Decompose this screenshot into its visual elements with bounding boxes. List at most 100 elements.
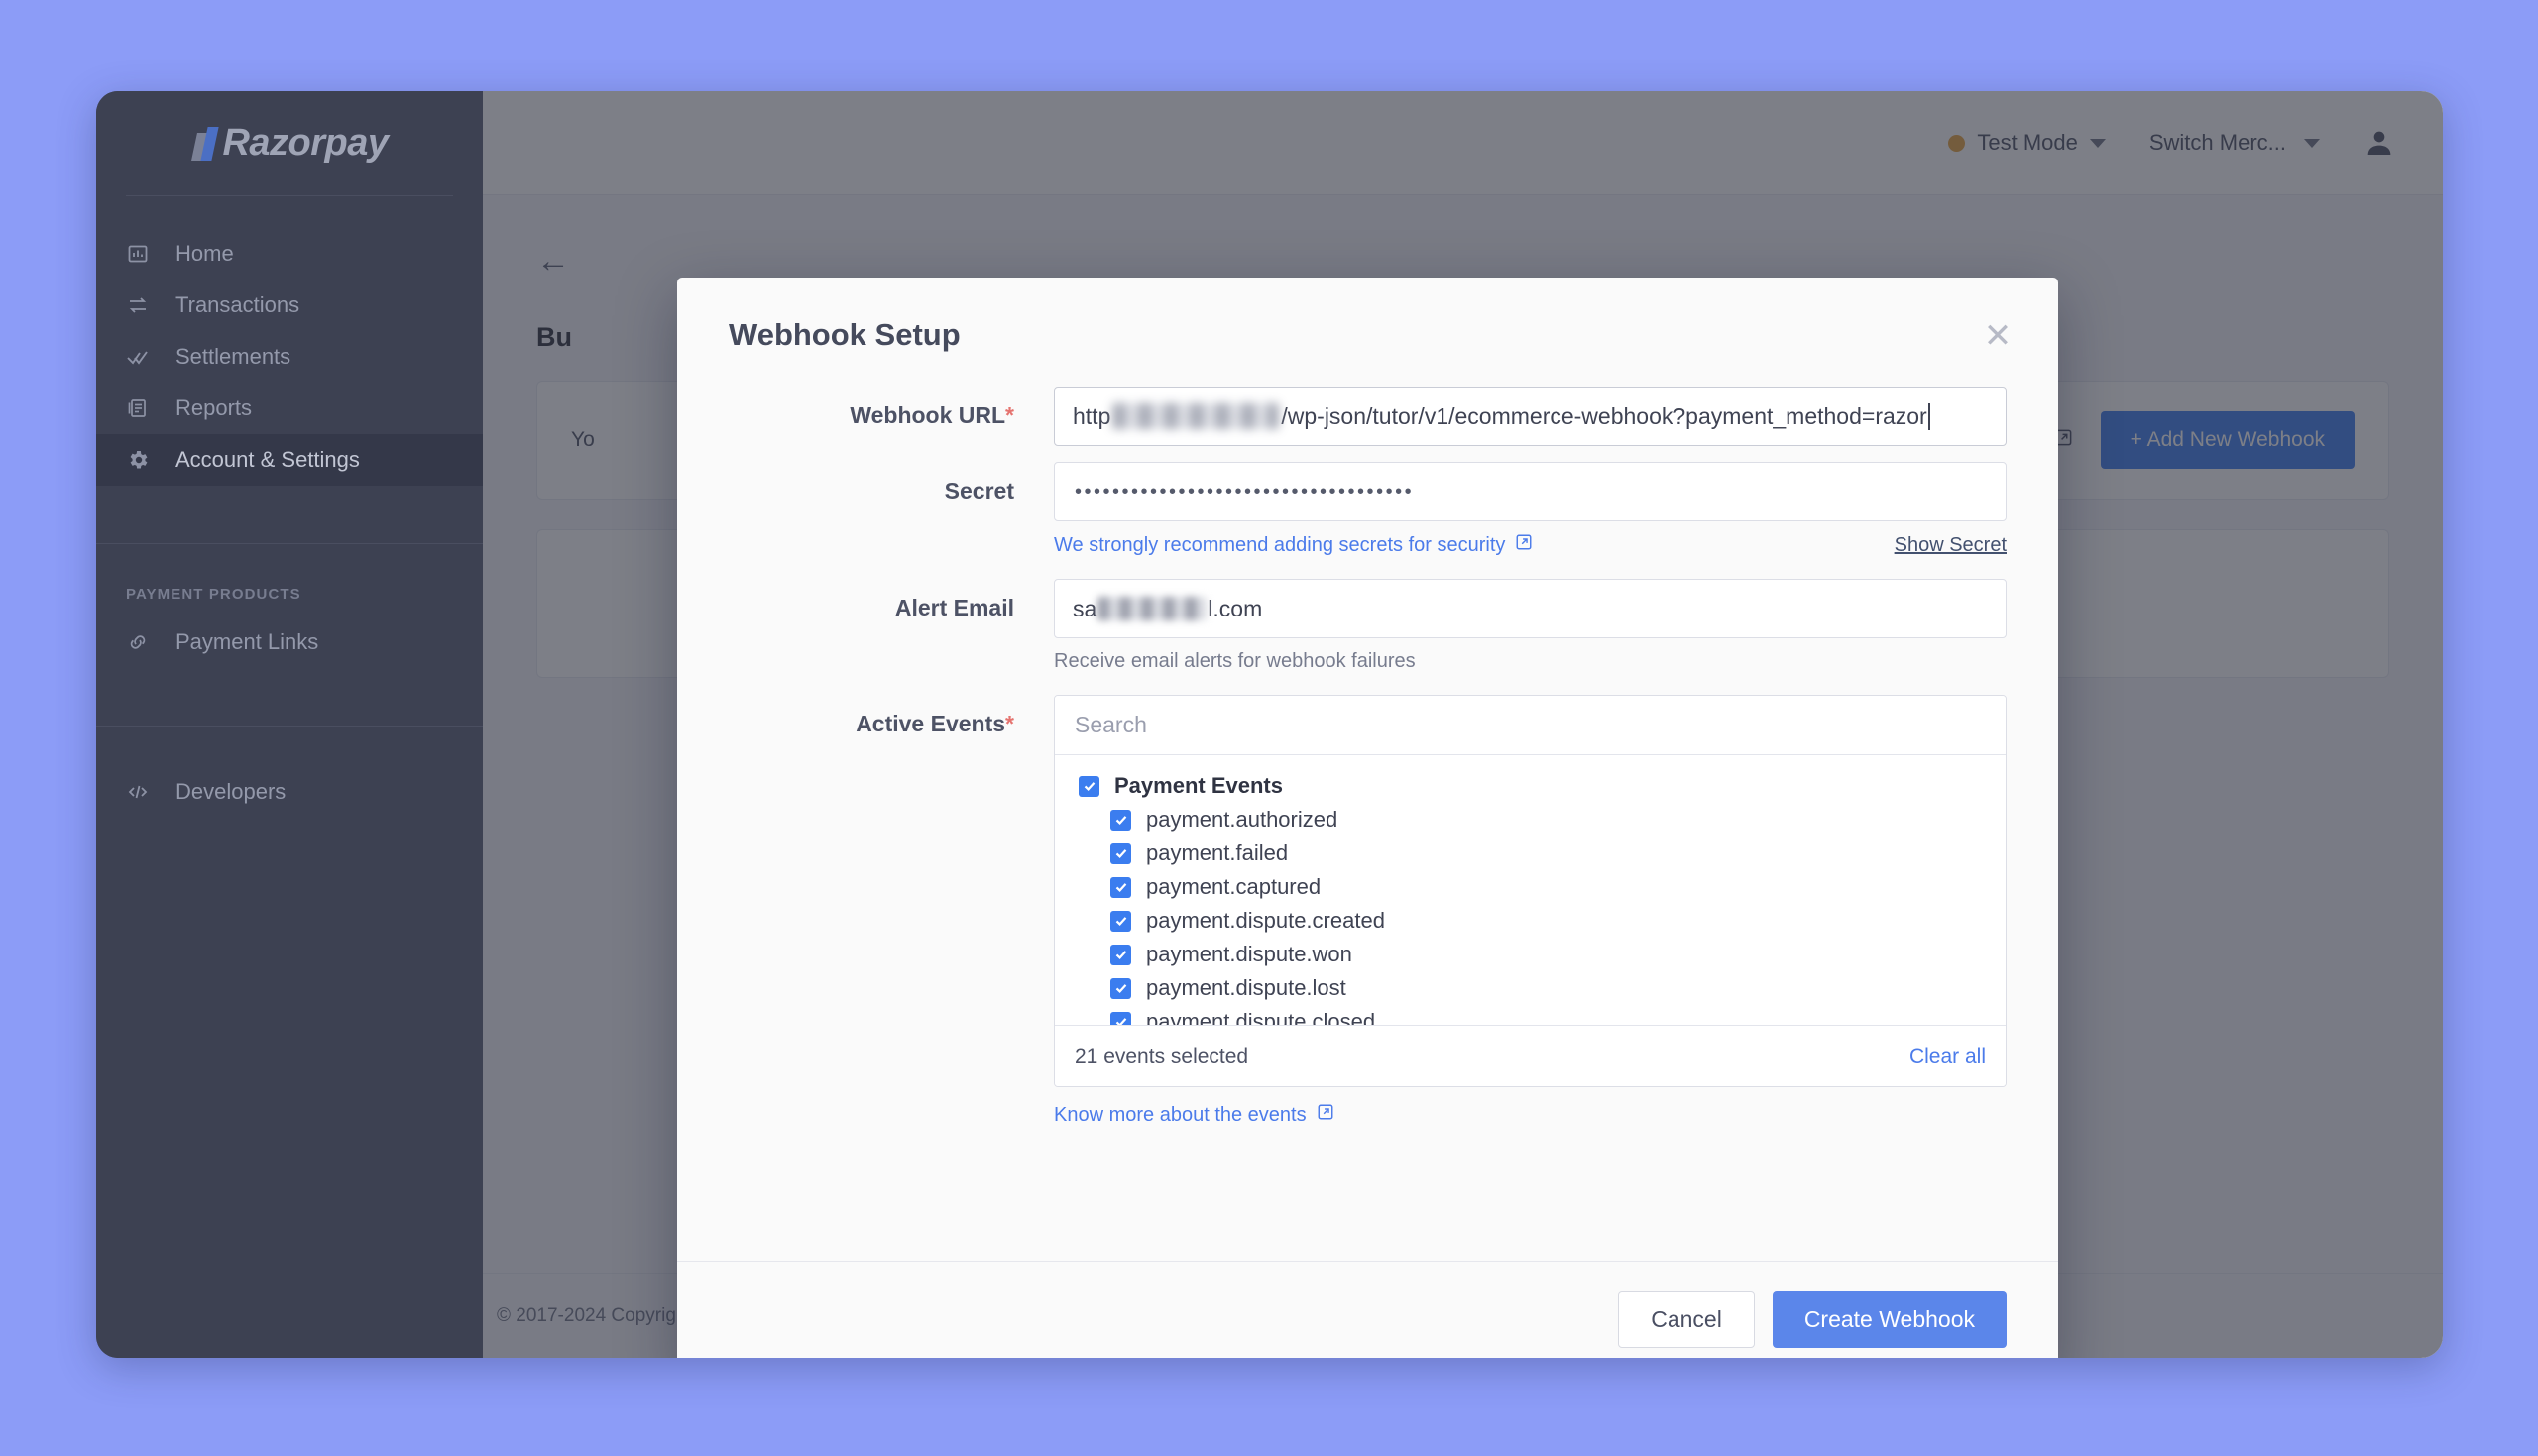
sidebar-item-label: Home — [175, 241, 234, 267]
event-label: payment.captured — [1146, 874, 1321, 900]
event-row[interactable]: payment.dispute.lost — [1055, 971, 2006, 1005]
sidebar: Razorpay Home Transa — [96, 91, 483, 1358]
event-row[interactable]: payment.dispute.closed — [1055, 1005, 2006, 1025]
modal-header: Webhook Setup ✕ — [677, 278, 2058, 353]
event-label: payment.authorized — [1146, 807, 1337, 833]
alert-email-label: Alert Email — [729, 579, 1054, 621]
sidebar-item-payment-links[interactable]: Payment Links — [96, 616, 483, 668]
sidebar-item-label: Settlements — [175, 344, 290, 370]
checkbox-checked-icon[interactable] — [1110, 843, 1131, 864]
event-group-label: Payment Events — [1114, 773, 1283, 799]
webhook-url-suffix: /wp-json/tutor/v1/ecommerce-webhook?paym… — [1281, 403, 1926, 430]
create-webhook-button[interactable]: Create Webhook — [1773, 1291, 2007, 1348]
events-selected-count: 21 events selected — [1075, 1045, 1248, 1068]
active-events-control: Payment Events payment.authorized — [1054, 695, 2007, 1127]
event-row[interactable]: payment.authorized — [1055, 803, 2006, 837]
brand-name: Razorpay — [222, 122, 388, 165]
sidebar-item-settlements[interactable]: Settlements — [96, 331, 483, 383]
event-row[interactable]: payment.dispute.won — [1055, 938, 2006, 971]
webhook-url-control: http/wp-json/tutor/v1/ecommerce-webhook?… — [1054, 387, 2007, 446]
webhook-url-input[interactable]: http/wp-json/tutor/v1/ecommerce-webhook?… — [1054, 387, 2007, 446]
sidebar-item-label: Account & Settings — [175, 447, 360, 473]
secret-masked-value: •••••••••••••••••••••••••••••••••••• — [1075, 481, 1414, 504]
event-group-row[interactable]: Payment Events — [1055, 769, 2006, 803]
external-link-icon — [1317, 1103, 1334, 1127]
event-row[interactable]: payment.captured — [1055, 870, 2006, 904]
webhook-setup-modal: Webhook Setup ✕ Webhook URL* http/wp-jso… — [677, 278, 2058, 1358]
secret-input[interactable]: •••••••••••••••••••••••••••••••••••• — [1054, 462, 2007, 521]
events-footer: 21 events selected Clear all — [1055, 1025, 2006, 1086]
reports-icon — [126, 396, 160, 420]
events-selector: Payment Events payment.authorized — [1054, 695, 2007, 1087]
sidebar-item-transactions[interactable]: Transactions — [96, 280, 483, 331]
sidebar-item-label: Developers — [175, 779, 286, 805]
brand-logo[interactable]: Razorpay — [96, 91, 483, 195]
event-row[interactable]: payment.dispute.created — [1055, 904, 2006, 938]
show-secret-link[interactable]: Show Secret — [1895, 534, 2007, 557]
know-more-row: Know more about the events — [1054, 1103, 2007, 1127]
modal-body: Webhook URL* http/wp-json/tutor/v1/ecomm… — [677, 353, 2058, 1261]
secret-links-row: We strongly recommend adding secrets for… — [1054, 533, 2007, 557]
settlements-check-icon — [126, 345, 160, 369]
modal-footer: Cancel Create Webhook — [677, 1261, 2058, 1358]
events-list[interactable]: Payment Events payment.authorized — [1055, 755, 2006, 1025]
know-more-events-link[interactable]: Know more about the events — [1054, 1103, 1334, 1127]
recommend-secret-link[interactable]: We strongly recommend adding secrets for… — [1054, 533, 1533, 557]
sidebar-item-developers[interactable]: Developers — [96, 766, 483, 818]
secret-control: •••••••••••••••••••••••••••••••••••• We … — [1054, 462, 2007, 557]
checkbox-checked-icon[interactable] — [1110, 911, 1131, 932]
alert-email-control: sa l.com Receive email alerts for webhook… — [1054, 579, 2007, 673]
checkbox-checked-icon[interactable] — [1079, 776, 1099, 797]
alert-email-input[interactable]: sa l.com — [1054, 579, 2007, 638]
sidebar-section-label: PAYMENT PRODUCTS — [96, 544, 483, 616]
secret-field-row: Secret •••••••••••••••••••••••••••••••••… — [729, 462, 2007, 557]
sidebar-item-home[interactable]: Home — [96, 228, 483, 280]
gear-icon — [126, 448, 160, 472]
event-label: payment.failed — [1146, 840, 1288, 866]
external-link-icon — [1515, 533, 1533, 557]
webhook-url-label: Webhook URL* — [729, 387, 1054, 429]
redacted-email — [1097, 597, 1207, 620]
text-cursor — [1928, 403, 1930, 430]
sidebar-item-reports[interactable]: Reports — [96, 383, 483, 434]
checkbox-checked-icon[interactable] — [1110, 877, 1131, 898]
checkbox-checked-icon[interactable] — [1110, 945, 1131, 965]
alert-email-field-row: Alert Email sa l.com Receive email alerts… — [729, 579, 2007, 673]
checkbox-checked-icon[interactable] — [1110, 1012, 1131, 1026]
active-events-field-row: Active Events* Payment Events — [729, 695, 2007, 1127]
sidebar-divider — [126, 195, 453, 196]
checkbox-checked-icon[interactable] — [1110, 810, 1131, 831]
sidebar-item-label: Payment Links — [175, 629, 318, 655]
event-label: payment.dispute.closed — [1146, 1009, 1375, 1025]
sidebar-divider-3 — [96, 726, 483, 727]
sidebar-item-label: Transactions — [175, 292, 299, 318]
recommend-secret-label: We strongly recommend adding secrets for… — [1054, 534, 1505, 557]
modal-title: Webhook Setup — [729, 317, 2007, 353]
webhook-url-prefix: http — [1073, 403, 1110, 430]
alert-email-help-text: Receive email alerts for webhook failure… — [1054, 650, 2007, 673]
events-search-input[interactable] — [1055, 696, 2006, 755]
event-label: payment.dispute.lost — [1146, 975, 1346, 1001]
alert-email-suffix: l.com — [1208, 596, 1262, 622]
close-icon[interactable]: ✕ — [1975, 313, 2020, 359]
sidebar-nav: Home Transactions Settlements — [96, 228, 483, 818]
sidebar-spacer — [96, 486, 483, 543]
clear-all-button[interactable]: Clear all — [1909, 1045, 1986, 1068]
redacted-domain — [1112, 403, 1279, 429]
webhook-url-label-text: Webhook URL — [850, 402, 1005, 428]
required-asterisk: * — [1005, 711, 1014, 736]
secret-label: Secret — [729, 462, 1054, 504]
alert-email-prefix: sa — [1073, 596, 1096, 622]
webhook-url-field-row: Webhook URL* http/wp-json/tutor/v1/ecomm… — [729, 387, 2007, 446]
active-events-label-text: Active Events — [856, 711, 1005, 736]
know-more-events-label: Know more about the events — [1054, 1104, 1307, 1127]
active-events-label: Active Events* — [729, 695, 1054, 737]
required-asterisk: * — [1005, 402, 1014, 428]
cancel-button[interactable]: Cancel — [1618, 1291, 1755, 1348]
transactions-icon — [126, 293, 160, 317]
event-row[interactable]: payment.failed — [1055, 837, 2006, 870]
link-icon — [126, 630, 160, 654]
sidebar-item-account-settings[interactable]: Account & Settings — [96, 434, 483, 486]
razorpay-logo-icon — [190, 127, 218, 161]
checkbox-checked-icon[interactable] — [1110, 978, 1131, 999]
